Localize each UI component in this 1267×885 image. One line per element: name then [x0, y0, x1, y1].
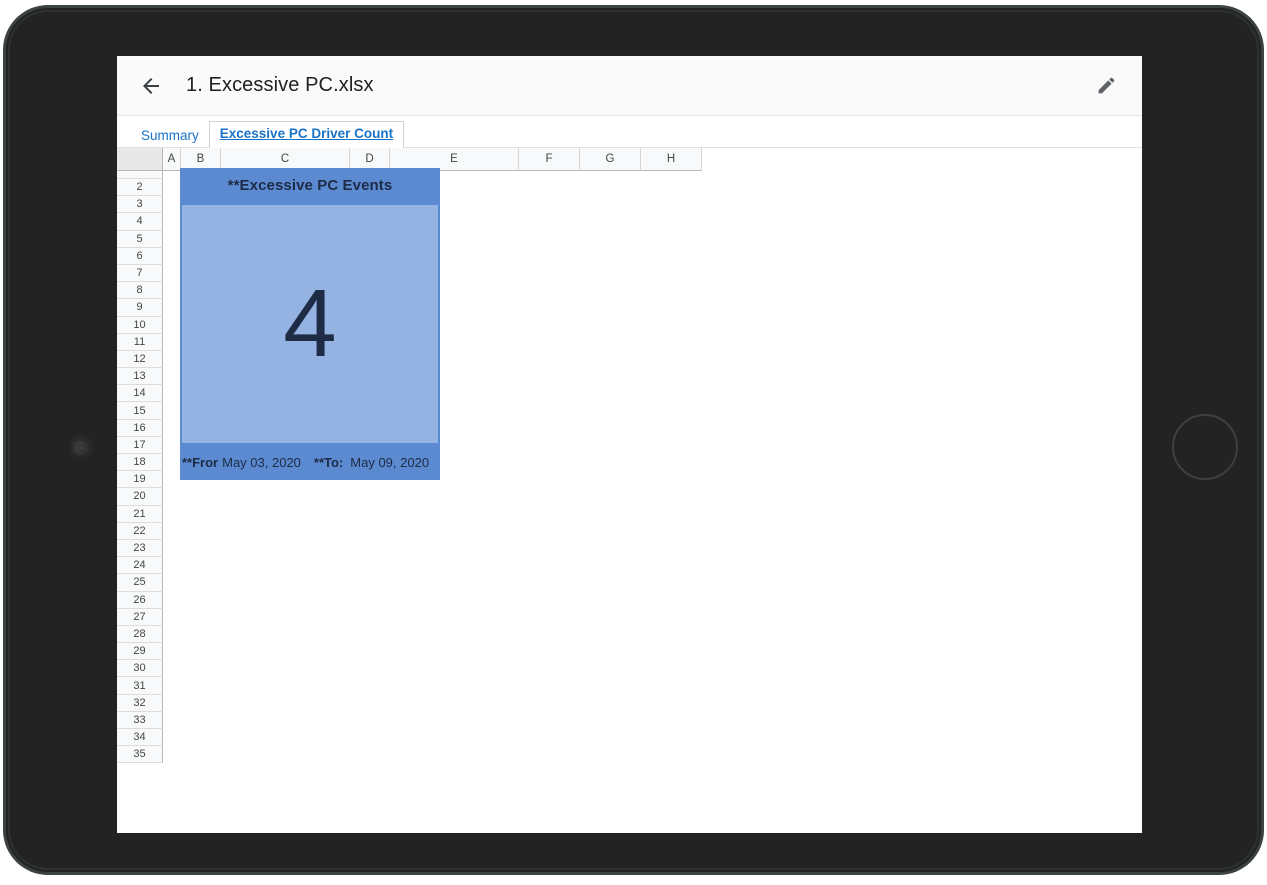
column-header-f[interactable]: F: [519, 148, 580, 171]
edit-button[interactable]: [1084, 64, 1128, 108]
row-header-2[interactable]: 2: [117, 179, 163, 197]
row-header-22[interactable]: 22: [117, 522, 163, 540]
row-header-25[interactable]: 25: [117, 574, 163, 592]
arrow-left-icon: [143, 77, 159, 94]
kpi-card-footer: **Fror May 03, 2020 **To: May 09, 2020: [180, 445, 440, 480]
row-header-partial[interactable]: [117, 171, 163, 179]
kpi-to-label: **To:: [313, 455, 344, 470]
page-title: 1. Excessive PC.xlsx: [186, 74, 374, 96]
tab-excessive-pc-driver-count[interactable]: Excessive PC Driver Count: [208, 120, 405, 148]
kpi-to-date: May 09, 2020: [350, 455, 430, 470]
row-header-34[interactable]: 34: [117, 729, 163, 747]
row-header-9[interactable]: 9: [117, 299, 163, 317]
sheet-tab-bar: Summary Excessive PC Driver Count: [117, 116, 1142, 148]
row-headers: 2 3 4 5 6 7 8 9 10 11 12 13 14 15 16 17 18 19 20 21 22 23 24 25…: [117, 171, 163, 764]
row-header-29[interactable]: 29: [117, 643, 163, 661]
row-header-23[interactable]: 23: [117, 539, 163, 558]
kpi-card-header: **Excessive PC Events: [180, 168, 440, 203]
row-header-33[interactable]: 33: [117, 711, 163, 729]
camera-lens-icon: [68, 435, 93, 460]
row-header-28[interactable]: 28: [117, 625, 163, 644]
row-header-8[interactable]: 8: [117, 282, 163, 300]
row-header-18[interactable]: 18: [117, 454, 163, 472]
select-all-corner[interactable]: [117, 148, 163, 171]
row-header-11[interactable]: 11: [117, 333, 163, 351]
column-header-h[interactable]: H: [641, 148, 702, 171]
tablet-screen: 1. Excessive PC.xlsx Summary Excessive P…: [117, 56, 1142, 833]
row-header-17[interactable]: 17: [117, 436, 163, 454]
column-header-a[interactable]: A: [163, 148, 181, 171]
kpi-card-body-inner: 4: [182, 205, 438, 443]
kpi-card-title: **Excessive PC Events: [227, 177, 393, 194]
kpi-card: **Excessive PC Events 4 **Fror May 03, 2…: [180, 168, 440, 480]
row-header-15[interactable]: 15: [117, 402, 163, 420]
spreadsheet-grid: ABCDEFGH 2 3 4 5 6 7 8 9 10 11 12 13 14 15 16 17 18 19 20 2…: [117, 148, 1142, 832]
row-header-26[interactable]: 26: [117, 591, 163, 609]
kpi-card-body: 4: [180, 203, 440, 445]
row-header-7[interactable]: 7: [117, 264, 163, 283]
app-bar: 1. Excessive PC.xlsx: [117, 56, 1142, 116]
row-header-5[interactable]: 5: [117, 230, 163, 248]
camera-lens-inner: [76, 443, 85, 452]
row-header-32[interactable]: 32: [117, 694, 163, 712]
kpi-value: 4: [283, 269, 337, 377]
home-button-icon[interactable]: [1172, 414, 1238, 480]
tab-summary[interactable]: Summary: [131, 123, 209, 149]
row-header-21[interactable]: 21: [117, 505, 163, 523]
row-header-31[interactable]: 31: [117, 677, 163, 695]
pencil-icon: [1098, 77, 1114, 94]
row-header-20[interactable]: 20: [117, 488, 163, 506]
kpi-from-label: **Fror: [182, 455, 219, 470]
row-header-19[interactable]: 19: [117, 471, 163, 489]
row-header-10[interactable]: 10: [117, 316, 163, 334]
row-header-24[interactable]: 24: [117, 557, 163, 575]
row-header-27[interactable]: 27: [117, 608, 163, 626]
row-header-14[interactable]: 14: [117, 385, 163, 403]
back-button[interactable]: [127, 62, 175, 110]
row-header-12[interactable]: 12: [117, 350, 163, 369]
row-header-3[interactable]: 3: [117, 196, 163, 214]
row-header-30[interactable]: 30: [117, 660, 163, 678]
row-header-13[interactable]: 13: [117, 368, 163, 386]
column-header-g[interactable]: G: [580, 148, 641, 171]
kpi-from-date: May 03, 2020: [222, 455, 301, 470]
row-header-16[interactable]: 16: [117, 419, 163, 437]
row-header-6[interactable]: 6: [117, 247, 163, 265]
row-header-4[interactable]: 4: [117, 213, 163, 231]
row-header-35[interactable]: 35: [117, 746, 163, 764]
tablet-device-frame: 1. Excessive PC.xlsx Summary Excessive P…: [6, 8, 1261, 872]
